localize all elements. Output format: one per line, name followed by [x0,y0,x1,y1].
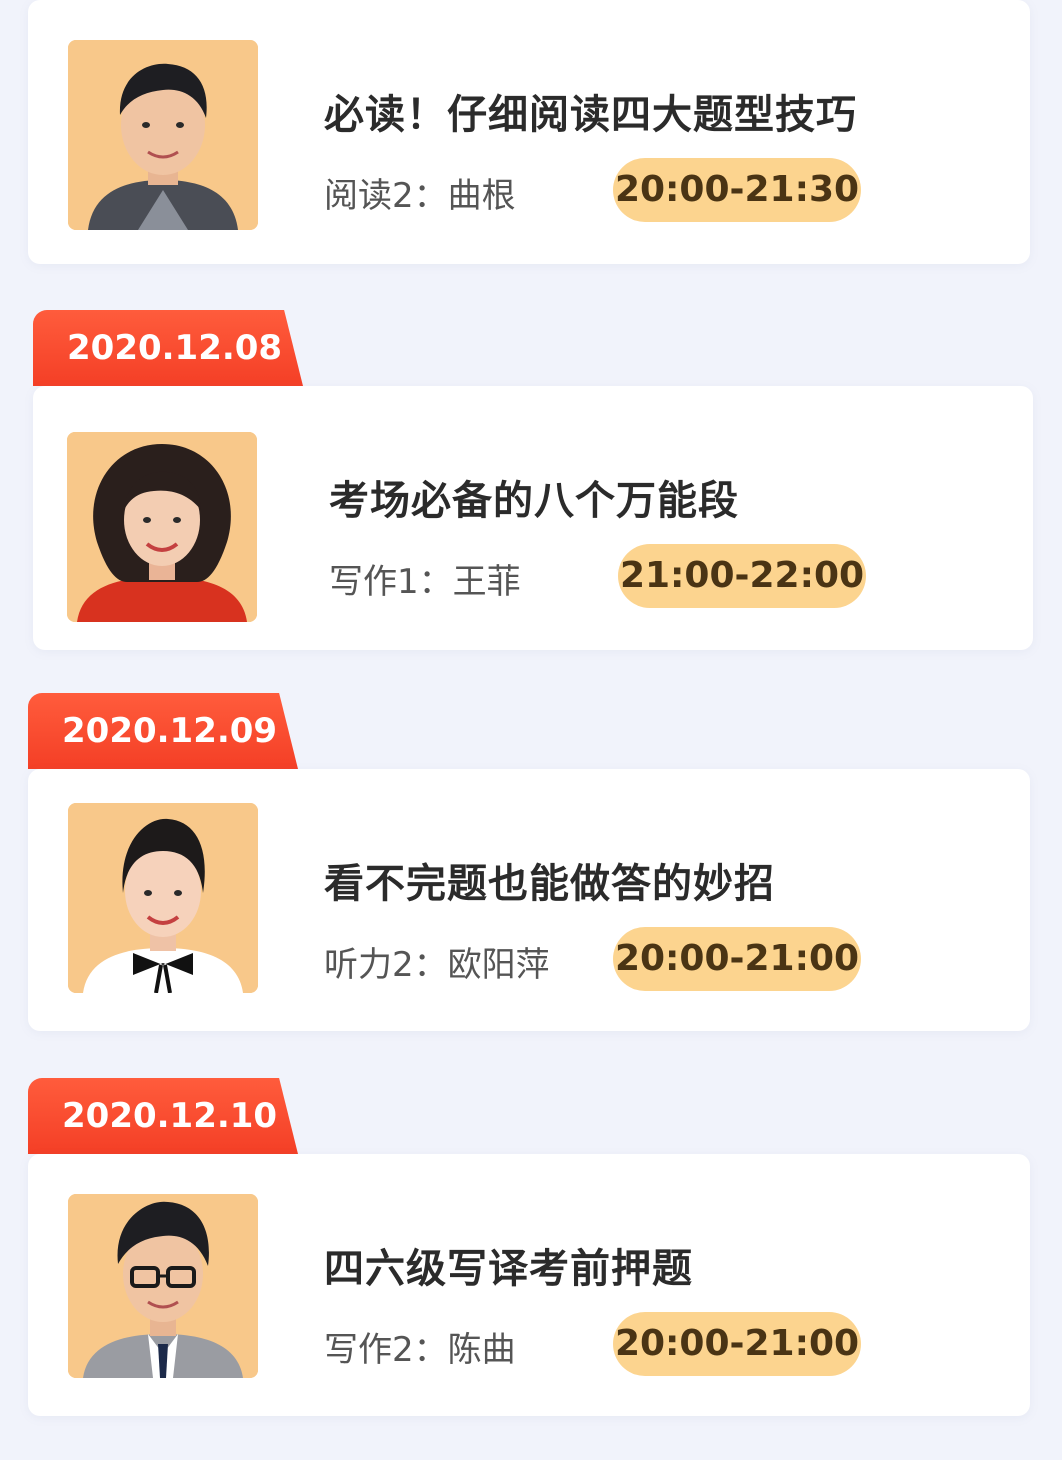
teacher-label: 写作1：王菲 [329,562,521,602]
teacher-female-photo-icon [68,803,258,993]
session-title: 看不完题也能做答的妙招 [324,861,775,907]
teacher-female-photo-icon [67,432,257,622]
time-badge: 21:00-22:00 [618,544,866,608]
date-tab: 2020.12.10 [28,1078,298,1154]
teacher-label: 阅读2：曲根 [324,176,516,216]
session-title: 必读！仔细阅读四大题型技巧 [324,92,857,138]
session-card[interactable]: 考场必备的八个万能段 写作1：王菲 21:00-22:00 [33,386,1033,650]
session-item: 2020.12.10 四六级写译考前押题 写作2：陈曲 20:00-21:00 [0,1078,1062,1423]
session-title: 四六级写译考前押题 [324,1246,693,1292]
teacher-male-photo-icon [68,40,258,230]
time-badge: 20:00-21:00 [613,927,861,991]
teacher-photo [68,1194,258,1378]
session-card[interactable]: 看不完题也能做答的妙招 听力2：欧阳萍 20:00-21:00 [28,769,1030,1031]
teacher-photo [68,803,258,993]
teacher-male-glasses-photo-icon [68,1194,258,1378]
session-card[interactable]: 四六级写译考前押题 写作2：陈曲 20:00-21:00 [28,1154,1030,1416]
session-card[interactable]: 必读！仔细阅读四大题型技巧 阅读2：曲根 20:00-21:30 [28,0,1030,264]
time-badge: 20:00-21:00 [613,1312,861,1376]
session-item: 2020.12.09 看不完题也能做答的妙招 听力2：欧阳萍 20:00-21:… [0,693,1062,1038]
date-tab: 2020.12.09 [28,693,298,769]
session-item: 2020.12.08 考场必备的八个万能段 写作1：王菲 21:00-22:00 [0,310,1062,655]
teacher-label: 听力2：欧阳萍 [324,945,550,985]
teacher-label: 写作2：陈曲 [324,1330,516,1370]
session-title: 考场必备的八个万能段 [329,478,739,524]
teacher-photo [67,432,257,622]
date-tab: 2020.12.08 [33,310,303,386]
teacher-photo [68,40,258,230]
time-badge: 20:00-21:30 [613,158,861,222]
session-item: 必读！仔细阅读四大题型技巧 阅读2：曲根 20:00-21:30 [0,0,1062,270]
